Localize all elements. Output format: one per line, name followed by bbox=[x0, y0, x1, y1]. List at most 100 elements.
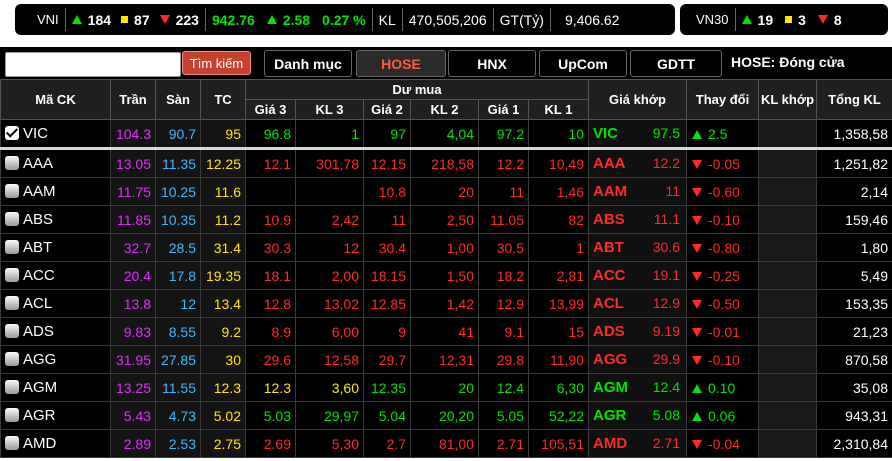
checkbox-icon[interactable] bbox=[5, 324, 19, 338]
change-value: -0.80 bbox=[708, 239, 740, 256]
header-symbol[interactable]: Mã CK bbox=[0, 79, 111, 120]
bid-price-2: 29.7 bbox=[363, 345, 411, 374]
bid-vol-1: 52,22 bbox=[528, 401, 589, 430]
checkbox-icon[interactable] bbox=[5, 240, 19, 254]
match-price-cell: AAM 11 bbox=[588, 177, 687, 206]
header-bid-price-3[interactable]: Giá 3 bbox=[245, 99, 296, 120]
bid-vol-3: 2,00 bbox=[295, 261, 364, 290]
symbol-cell[interactable]: ABS bbox=[0, 205, 111, 234]
vn30-index-panel[interactable]: VN30 19 3 8 bbox=[680, 4, 888, 35]
bid-price-3: 12.8 bbox=[245, 289, 296, 318]
table-row[interactable]: VIC 104.3 90.7 95 96.8 1 97 4,04 97.2 10 VIC 97.5 2.… bbox=[0, 119, 892, 150]
symbol-cell[interactable]: ACL bbox=[0, 289, 111, 318]
header-bid-vol-1[interactable]: KL 1 bbox=[528, 99, 589, 120]
tab-upcom[interactable]: UpCom bbox=[539, 50, 627, 77]
bid-vol-1: 6,30 bbox=[528, 373, 589, 402]
vn30-up-arrow-icon bbox=[741, 15, 752, 24]
checkbox-icon[interactable] bbox=[5, 268, 19, 282]
header-bid-price-2[interactable]: Giá 2 bbox=[363, 99, 411, 120]
tab-hose[interactable]: HOSE bbox=[356, 50, 446, 77]
change-value: 0.06 bbox=[708, 407, 736, 424]
header-bid-price-1[interactable]: Giá 1 bbox=[478, 99, 529, 120]
symbol-cell[interactable]: AAM bbox=[0, 177, 111, 206]
total-vol-cell: 159,46 bbox=[816, 205, 892, 234]
table-row[interactable]: AGG 31.95 27.85 30 29.6 12,58 29.7 12,31 29.8 11,… bbox=[0, 345, 892, 374]
checked-checkbox-icon[interactable] bbox=[5, 126, 19, 140]
search-input[interactable] bbox=[5, 52, 181, 77]
checkbox-icon[interactable] bbox=[5, 352, 19, 366]
header-change[interactable]: Thay đổi bbox=[686, 79, 759, 120]
index-change: 2.58 bbox=[282, 11, 311, 28]
table-row[interactable]: ACL 13.8 12 13.4 12.8 13,02 12.85 1,42 12.9 13,99… bbox=[0, 289, 892, 318]
symbol-cell[interactable]: ACC bbox=[0, 261, 111, 290]
header-total-vol[interactable]: Tổng KL bbox=[816, 79, 892, 120]
bid-price-2: 5.04 bbox=[363, 401, 411, 430]
down-arrow-icon bbox=[692, 187, 702, 197]
symbol-cell[interactable]: AGM bbox=[0, 373, 111, 402]
table-row[interactable]: ACC 20.4 17.8 19.35 18.1 2,00 18.15 1,50 18.2 2,8… bbox=[0, 261, 892, 290]
change-value: 2.5 bbox=[708, 125, 728, 142]
checkbox-icon[interactable] bbox=[5, 380, 19, 394]
symbol-cell[interactable]: VIC bbox=[0, 119, 111, 150]
bid-price-1: 97.2 bbox=[478, 119, 529, 150]
match-symbol-label: ABS bbox=[593, 211, 625, 228]
search-button[interactable]: Tìm kiếm bbox=[182, 51, 251, 75]
vn30-up-count: 19 bbox=[757, 11, 774, 28]
header-match-vol[interactable]: KL khớp bbox=[758, 79, 817, 120]
match-price-cell: ABS 11.1 bbox=[588, 205, 687, 234]
header-ref[interactable]: TC bbox=[200, 79, 246, 120]
checkbox-icon[interactable] bbox=[5, 436, 19, 450]
match-price-cell: ACL 12.9 bbox=[588, 289, 687, 318]
table-row[interactable]: AGR 5.43 4.73 5.02 5.03 29,97 5.04 20,20 5.05 52,… bbox=[0, 401, 892, 430]
bid-price-3: 18.1 bbox=[245, 261, 296, 290]
table-row[interactable]: AMD 2.89 2.53 2.75 2.69 5,30 2.7 81,00 2.71 105,5… bbox=[0, 429, 892, 458]
bid-vol-3: 12,58 bbox=[295, 345, 364, 374]
header-match-price[interactable]: Giá khớp bbox=[588, 79, 687, 120]
ceiling-cell: 11.85 bbox=[110, 205, 156, 234]
bid-price-3: 12.1 bbox=[245, 148, 296, 178]
checkbox-icon[interactable] bbox=[5, 184, 19, 198]
header-ceiling[interactable]: Trần bbox=[110, 79, 156, 120]
header-bid-vol-3[interactable]: KL 3 bbox=[295, 99, 364, 120]
checkbox-icon[interactable] bbox=[5, 212, 19, 226]
symbol-cell[interactable]: AAA bbox=[0, 148, 111, 178]
header-floor[interactable]: Sàn bbox=[155, 79, 201, 120]
bid-vol-2: 41 bbox=[410, 317, 479, 346]
bid-price-3: 2.69 bbox=[245, 429, 296, 458]
tab-gdtt[interactable]: GDTT bbox=[630, 50, 722, 77]
price-board-table: Mã CK Trần Sàn TC Dư mua Giá khớp Thay đ… bbox=[0, 79, 892, 458]
symbol-cell[interactable]: ABT bbox=[0, 233, 111, 262]
change-cell: -0.10 bbox=[686, 345, 759, 374]
vni-index-panel[interactable]: VNI 184 87 223 942.76 2.58 0.27 % KL 470… bbox=[15, 4, 675, 35]
bid-price-3: 30.3 bbox=[245, 233, 296, 262]
table-row[interactable]: AGM 13.25 11.55 12.3 12.3 3,60 12.35 20 12.4 6,30… bbox=[0, 373, 892, 402]
bid-price-3: 29.6 bbox=[245, 345, 296, 374]
checkbox-icon[interactable] bbox=[5, 296, 19, 310]
symbol-cell[interactable]: ADS bbox=[0, 317, 111, 346]
match-vol-cell bbox=[758, 261, 817, 290]
match-price-value: 12.9 bbox=[652, 295, 680, 311]
checkbox-icon[interactable] bbox=[5, 156, 19, 170]
floor-cell: 17.8 bbox=[155, 261, 201, 290]
symbol-cell[interactable]: AMD bbox=[0, 429, 111, 458]
tab-hnx[interactable]: HNX bbox=[448, 50, 536, 77]
table-row[interactable]: AAA 13.05 11.35 12.25 12.1 301,78 12.15 218,58 1… bbox=[0, 148, 892, 178]
table-row[interactable]: AAM 11.75 10.25 11.6 10.8 20 11 1,46 AAM 11 -0.60 2… bbox=[0, 177, 892, 206]
table-row[interactable]: ABS 11.85 10.35 11.2 10.9 2,42 11 2,50 11.05 82 AB… bbox=[0, 205, 892, 234]
total-vol-cell: 21,23 bbox=[816, 317, 892, 346]
bid-price-3: 10.9 bbox=[245, 205, 296, 234]
ref-cell: 95 bbox=[200, 119, 246, 150]
header-bid-vol-2[interactable]: KL 2 bbox=[410, 99, 479, 120]
bid-vol-3: 301,78 bbox=[295, 148, 364, 178]
tab-danh-muc[interactable]: Danh mục bbox=[264, 50, 352, 77]
checkbox-icon[interactable] bbox=[5, 408, 19, 422]
table-row[interactable]: ABT 32.7 28.5 31.4 30.3 12 30.4 1,00 30.5 1 ABT 30.… bbox=[0, 233, 892, 262]
match-symbol-label: AGG bbox=[593, 351, 628, 368]
total-vol-cell: 1,358,58 bbox=[816, 119, 892, 150]
table-row[interactable]: ADS 9.83 8.55 9.2 8.9 6,00 9 41 9.1 15 ADS 9.19 -0.0… bbox=[0, 317, 892, 346]
symbol-cell[interactable]: AGR bbox=[0, 401, 111, 430]
change-cell: 0.10 bbox=[686, 373, 759, 402]
symbol-cell[interactable]: AGG bbox=[0, 345, 111, 374]
bid-vol-1: 11,90 bbox=[528, 345, 589, 374]
match-price-cell: AMD 2.71 bbox=[588, 429, 687, 458]
